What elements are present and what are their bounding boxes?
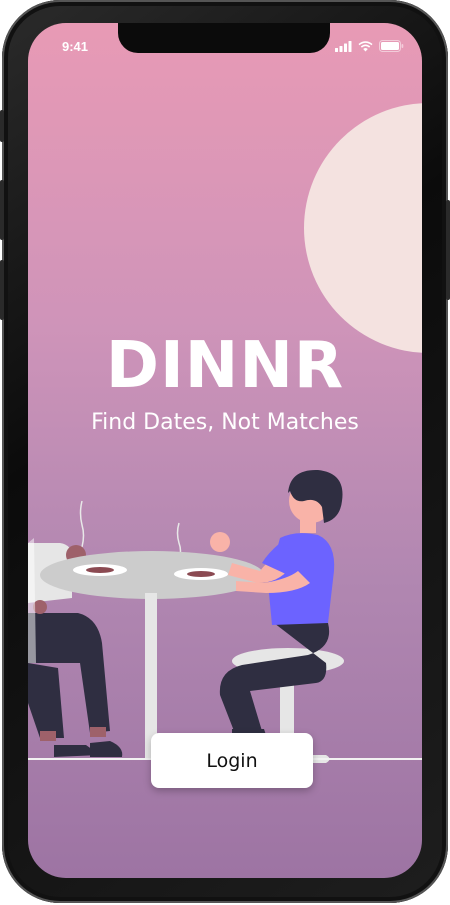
battery-icon (379, 40, 404, 52)
notch (118, 23, 330, 53)
login-button[interactable]: Login (151, 733, 313, 788)
app-title: DINNR (105, 329, 345, 403)
status-icons (335, 40, 404, 52)
power-button (446, 200, 450, 300)
steam-left (79, 500, 85, 548)
signal-icon (335, 40, 352, 52)
app-tagline: Find Dates, Not Matches (91, 410, 359, 435)
right-person (210, 469, 343, 743)
login-button-label: Login (206, 749, 258, 772)
volume-down-button (0, 260, 4, 320)
wifi-icon (358, 40, 373, 51)
volume-up-button (0, 180, 4, 240)
mute-switch (0, 110, 4, 142)
app-screen: DINNR Find Dates, Not Matches Login 9:41 (28, 23, 422, 878)
status-time: 9:41 (62, 39, 89, 54)
